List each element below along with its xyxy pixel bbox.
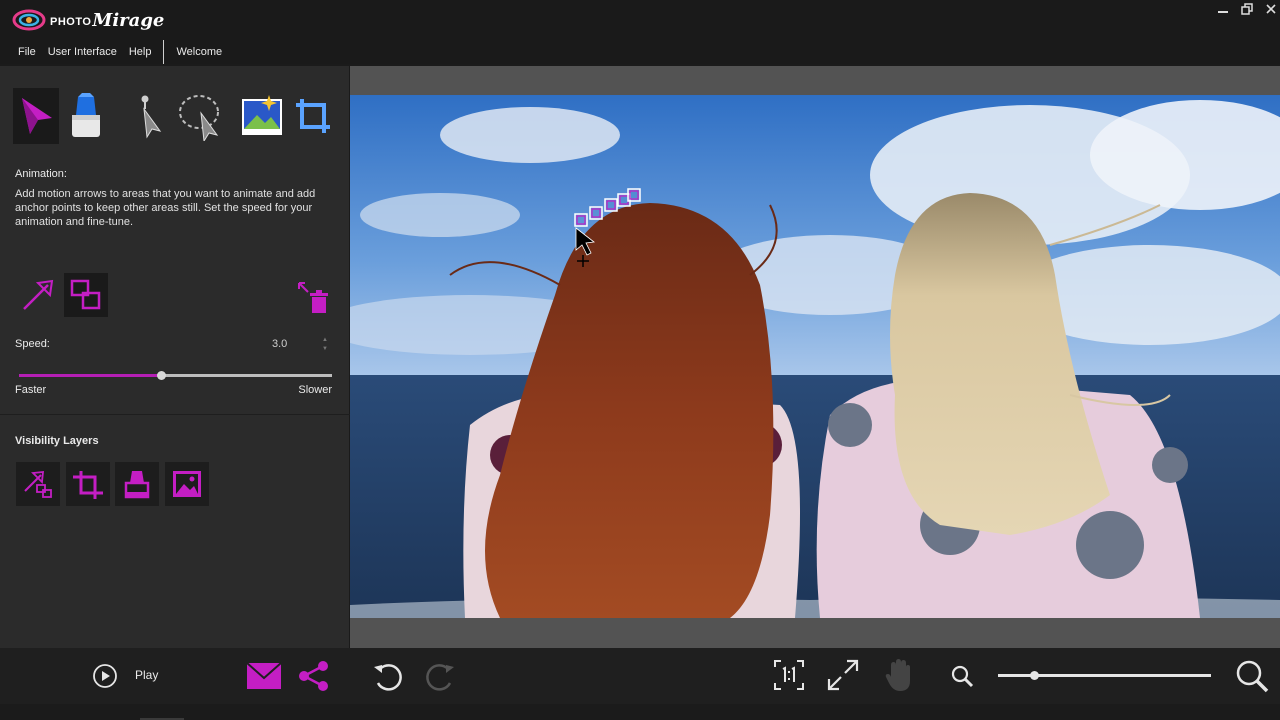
actual-size-icon [774,660,804,690]
tab-welcome[interactable]: Welcome [170,40,228,64]
restore-icon [1241,3,1253,15]
logo-text-photo: PHOTO [50,15,92,28]
bottom-toolbar: Play [0,648,1280,704]
image-icon [242,95,282,135]
undo-button[interactable] [368,658,406,694]
panel-title: Animation: [15,168,67,180]
delete-motion-button[interactable] [292,276,336,320]
select-tool-button[interactable] [127,88,173,144]
social-share-button[interactable] [296,660,332,692]
status-bar [0,704,1280,720]
speed-slider[interactable] [19,371,332,380]
logo-text-mirage: Mirage [92,9,165,31]
slider-max-label: Slower [298,384,332,396]
eraser-tool-button[interactable] [63,88,109,144]
share-icon [299,661,328,691]
eraser-layer-icon [124,471,150,499]
play-button[interactable] [90,662,120,690]
crop-icon [296,99,330,133]
slider-min-label: Faster [15,384,47,396]
menu-user-interface[interactable]: User Interface [42,40,123,64]
expand-icon [827,659,859,691]
restore-button[interactable] [1236,2,1258,20]
pointer-select-icon [141,95,162,139]
anchor-point-button[interactable] [64,273,108,317]
image-layer-icon [173,471,201,497]
photo-canvas[interactable] [350,95,1280,618]
title-bar: PHOTO Mirage [0,0,1280,40]
lasso-tool-button[interactable] [177,88,223,144]
menu-separator [163,40,165,64]
speed-slider-thumb[interactable] [157,371,167,380]
canvas-area[interactable] [350,66,1280,648]
zoom-in-button[interactable] [1232,656,1272,696]
animation-tool-button[interactable] [13,88,59,144]
app-logo: PHOTO Mirage [12,6,164,34]
close-icon [1266,4,1276,14]
photo-image [350,95,1280,618]
redo-icon [426,664,454,691]
menu-help[interactable]: Help [123,40,158,64]
animation-arrow-icon [22,98,52,134]
zoom-slider[interactable] [998,671,1211,680]
crop-layer-icon [73,471,103,499]
play-icon [93,664,117,688]
speed-slider-fill [19,374,162,377]
speed-label: Speed: [15,338,50,350]
visibility-image-button[interactable] [165,462,209,506]
undo-icon [374,664,402,691]
minimize-button[interactable] [1212,2,1234,20]
lasso-select-icon [179,95,219,141]
close-button[interactable] [1260,2,1280,20]
minimize-icon [1218,11,1228,13]
zoom-slider-thumb[interactable] [1030,671,1040,680]
speed-spinbox[interactable]: 3.0 ▲ ▼ [266,332,334,356]
crop-tool-button[interactable] [290,88,336,144]
zoom-large-icon [1236,660,1269,693]
hand-icon [885,659,910,691]
redo-button[interactable] [422,658,460,694]
menu-bar: File User Interface Help Welcome [0,40,1280,64]
pan-hand-button[interactable] [880,656,918,694]
tool-panel: Animation: Add motion arrows to areas th… [0,66,350,648]
zoom-out-button[interactable] [948,662,976,690]
motion-arrow-button[interactable] [16,273,60,317]
logo-eye-icon [12,9,46,31]
panel-divider [0,414,350,415]
motion-layer-icon [24,470,52,498]
trash-icon [298,282,328,313]
panel-description: Add motion arrows to areas that you want… [15,188,316,228]
email-icon [246,662,282,689]
speed-value: 3.0 [272,338,288,350]
visibility-eraser-button[interactable] [115,462,159,506]
fit-screen-button[interactable] [824,656,862,694]
play-label[interactable]: Play [135,668,158,682]
app-window: PHOTO Mirage File User Interface Help We… [0,0,1280,720]
email-share-button[interactable] [244,660,284,692]
visibility-crop-button[interactable] [66,462,110,506]
actual-size-button[interactable] [770,656,808,694]
zoom-small-icon [951,665,974,688]
eraser-icon [72,93,100,137]
image-tool-button[interactable] [239,88,285,144]
motion-arrow-icon [23,279,54,310]
spin-up-icon[interactable]: ▲ [322,336,330,344]
spin-down-icon[interactable]: ▼ [322,345,330,353]
visibility-layers-title: Visibility Layers [15,435,99,447]
visibility-motion-button[interactable] [16,462,60,506]
anchor-points-icon [70,279,101,310]
menu-file[interactable]: File [12,40,42,64]
